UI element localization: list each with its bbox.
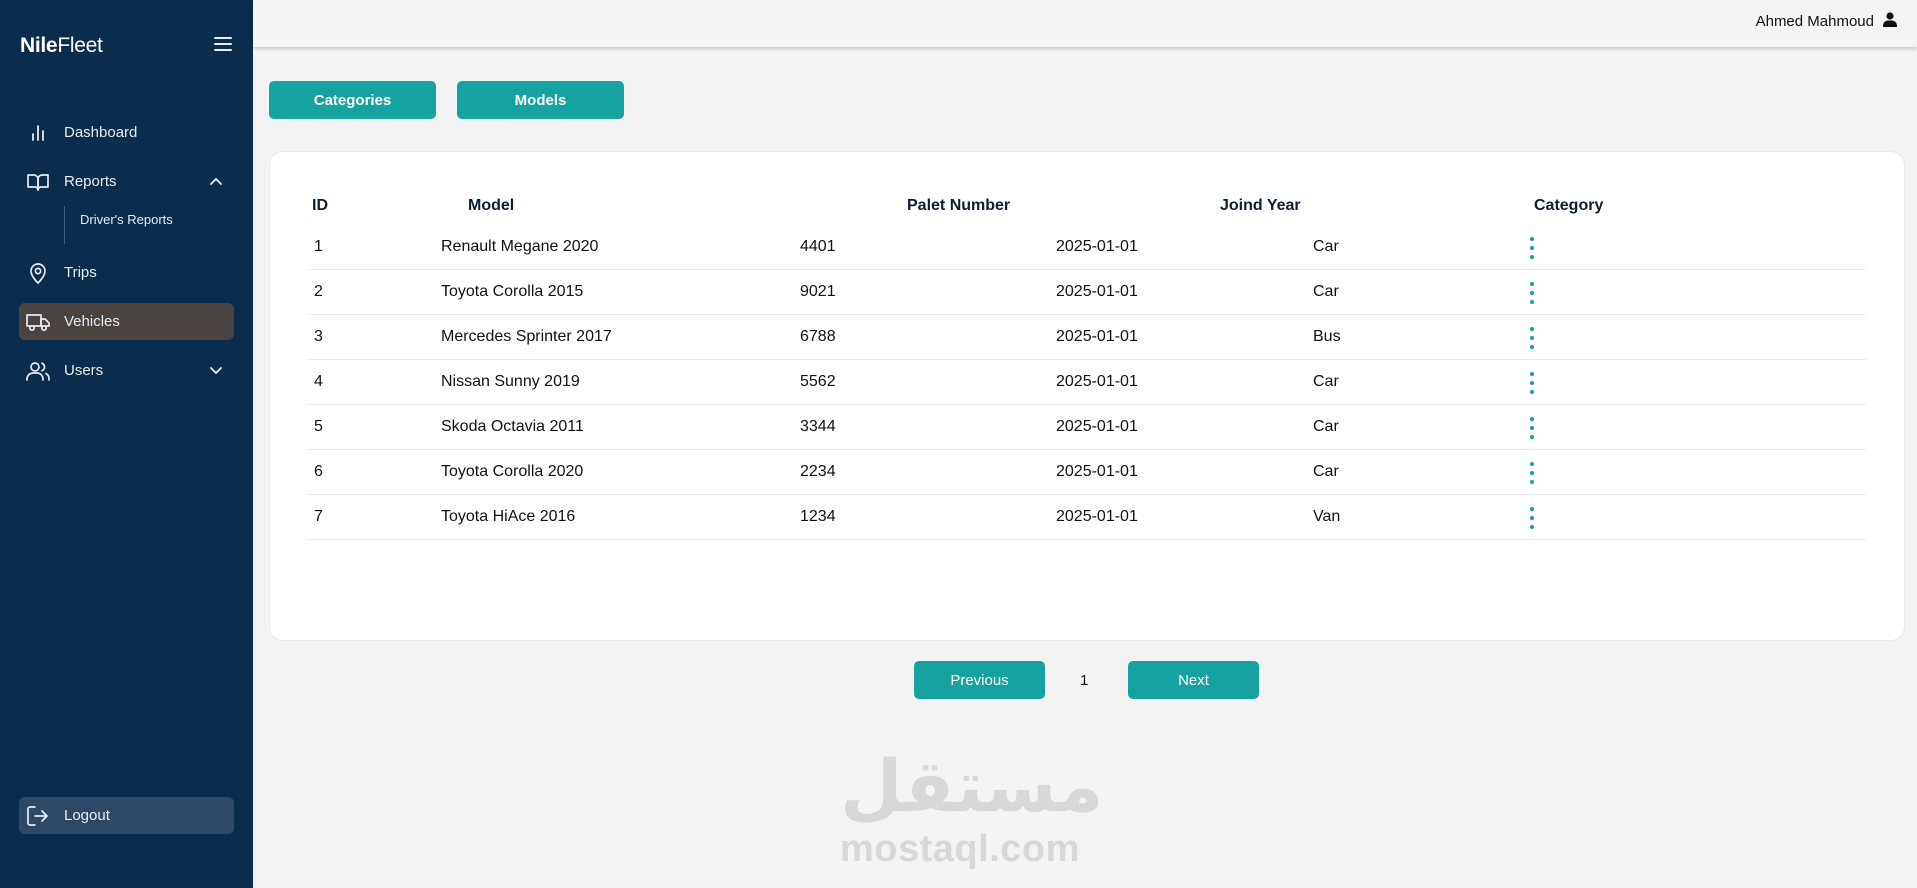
table-row[interactable]: 1 Renault Megane 2020 4401 2025-01-01 Car — [308, 225, 1866, 270]
table-row[interactable]: 4 Nissan Sunny 2019 5562 2025-01-01 Car — [308, 360, 1866, 405]
watermark-latin: mostaql.com — [840, 828, 1080, 870]
cell-category: Van — [1313, 508, 1341, 525]
cell-category: Car — [1313, 238, 1339, 255]
chevron-up-icon[interactable] — [208, 173, 224, 189]
sidebar-item-label: Reports — [64, 173, 117, 190]
cell-category: Car — [1313, 283, 1339, 300]
cell-joined-year: 2025-01-01 — [1056, 283, 1138, 300]
sidebar-item-label: Dashboard — [64, 124, 138, 141]
cell-plate-number: 9021 — [800, 283, 836, 300]
cell-joined-year: 2025-01-01 — [1056, 463, 1138, 480]
row-actions-kebab-icon[interactable] — [1527, 417, 1537, 439]
row-actions-kebab-icon[interactable] — [1527, 462, 1537, 484]
previous-page-button[interactable]: Previous — [914, 661, 1045, 699]
sidebar-item-label: Users — [64, 362, 104, 379]
vehicles-table-card: ID Model Palet Number Joind Year Categor… — [269, 151, 1905, 641]
row-actions-kebab-icon[interactable] — [1527, 327, 1537, 349]
cell-model: Renault Megane 2020 — [441, 238, 599, 255]
cell-plate-number: 5562 — [800, 373, 836, 390]
cell-id: 3 — [314, 328, 323, 345]
cell-model: Nissan Sunny 2019 — [441, 373, 580, 390]
cell-joined-year: 2025-01-01 — [1056, 508, 1138, 525]
sidebar-subitem-drivers-reports[interactable]: Driver's Reports — [80, 212, 173, 227]
reports-submenu: Driver's Reports — [64, 206, 173, 244]
sidebar-item-trips[interactable]: Trips — [19, 254, 234, 291]
table-row[interactable]: 3 Mercedes Sprinter 2017 6788 2025-01-01 Bus — [308, 315, 1866, 360]
sidebar-item-users[interactable]: Users — [19, 352, 234, 389]
cell-joined-year: 2025-01-01 — [1056, 418, 1138, 435]
cell-id: 2 — [314, 283, 323, 300]
cell-category: Car — [1313, 463, 1339, 480]
logout-icon — [26, 804, 50, 828]
column-header-id: ID — [312, 197, 328, 214]
cell-model: Mercedes Sprinter 2017 — [441, 328, 612, 345]
cell-category: Bus — [1313, 328, 1341, 345]
column-header-plate-number: Palet Number — [907, 197, 1011, 214]
logout-button[interactable]: Logout — [19, 797, 234, 834]
user-icon — [1883, 12, 1897, 31]
user-name: Ahmed Mahmoud — [1755, 13, 1874, 30]
cell-joined-year: 2025-01-01 — [1056, 328, 1138, 345]
cell-category: Car — [1313, 373, 1339, 390]
sidebar-item-dashboard[interactable]: Dashboard — [19, 114, 234, 151]
categories-tab-button[interactable]: Categories — [269, 81, 436, 119]
cell-joined-year: 2025-01-01 — [1056, 238, 1138, 255]
models-tab-button[interactable]: Models — [457, 81, 624, 119]
cell-id: 1 — [314, 238, 323, 255]
brand-regular: Fleet — [57, 34, 103, 57]
table-row[interactable]: 2 Toyota Corolla 2015 9021 2025-01-01 Car — [308, 270, 1866, 315]
cell-plate-number: 2234 — [800, 463, 836, 480]
book-icon — [26, 170, 50, 194]
current-page-number[interactable]: 1 — [1080, 672, 1088, 689]
column-header-category: Category — [1534, 197, 1604, 214]
cell-plate-number: 3344 — [800, 418, 836, 435]
sidebar-item-reports[interactable]: Reports — [19, 163, 234, 200]
table-row[interactable]: 7 Toyota HiAce 2016 1234 2025-01-01 Van — [308, 495, 1866, 540]
user-menu[interactable]: Ahmed Mahmoud — [1756, 12, 1897, 31]
row-actions-kebab-icon[interactable] — [1527, 507, 1537, 529]
cell-model: Toyota Corolla 2020 — [441, 463, 584, 480]
column-header-model: Model — [468, 197, 515, 214]
cell-id: 5 — [314, 418, 323, 435]
chevron-down-icon[interactable] — [208, 362, 224, 378]
table-row[interactable]: 6 Toyota Corolla 2020 2234 2025-01-01 Car — [308, 450, 1866, 495]
cell-plate-number: 4401 — [800, 238, 836, 255]
row-actions-kebab-icon[interactable] — [1527, 237, 1537, 259]
cell-plate-number: 1234 — [800, 508, 836, 525]
hamburger-menu-icon[interactable] — [214, 37, 232, 51]
map-pin-icon — [26, 261, 50, 285]
bar-chart-icon — [26, 121, 50, 145]
cell-model: Toyota HiAce 2016 — [441, 508, 576, 525]
sidebar-item-vehicles[interactable]: Vehicles — [19, 303, 234, 340]
cell-category: Car — [1313, 418, 1339, 435]
top-bar: Ahmed Mahmoud — [253, 0, 1917, 47]
cell-id: 4 — [314, 373, 323, 390]
cell-plate-number: 6788 — [800, 328, 836, 345]
logout-label: Logout — [64, 807, 110, 824]
table-row[interactable]: 5 Skoda Octavia 2011 3344 2025-01-01 Car — [308, 405, 1866, 450]
next-page-button[interactable]: Next — [1128, 661, 1259, 699]
sidebar-item-label: Trips — [64, 264, 97, 281]
cell-id: 7 — [314, 508, 323, 525]
column-header-joined-year: Joind Year — [1220, 197, 1301, 214]
truck-icon — [26, 310, 50, 334]
watermark-arabic: مستقل — [840, 744, 1104, 828]
brand-logo[interactable]: NileFleet — [20, 34, 103, 58]
row-actions-kebab-icon[interactable] — [1527, 282, 1537, 304]
users-icon — [26, 359, 50, 383]
sidebar-item-label: Vehicles — [64, 313, 120, 330]
brand-bold: Nile — [20, 34, 58, 57]
cell-joined-year: 2025-01-01 — [1056, 373, 1138, 390]
cell-model: Skoda Octavia 2011 — [441, 418, 584, 435]
sidebar: NileFleet Dashboard Reports Driver's Rep… — [0, 0, 253, 888]
cell-id: 6 — [314, 463, 323, 480]
row-actions-kebab-icon[interactable] — [1527, 372, 1537, 394]
cell-model: Toyota Corolla 2015 — [441, 283, 584, 300]
